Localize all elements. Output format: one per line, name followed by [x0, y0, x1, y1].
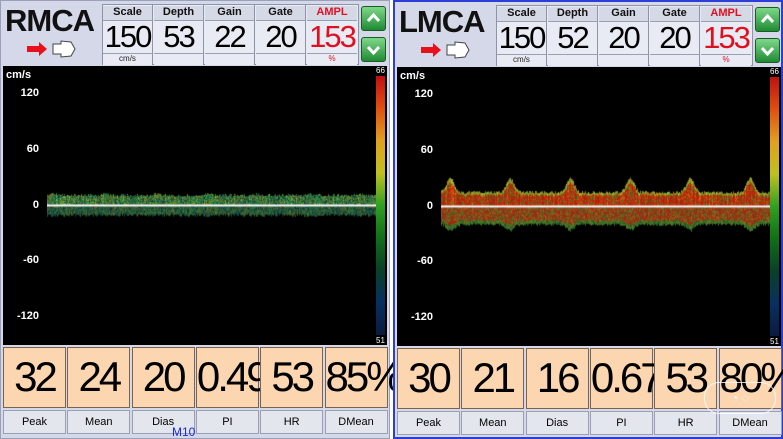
probe-icon [421, 41, 470, 59]
param-value: 153 [309, 19, 357, 54]
metric-value-pi: 0.49 [195, 347, 270, 408]
axis-tick-label: 0 [426, 199, 433, 212]
axis-tick-label: -60 [23, 254, 39, 267]
doppler-spectrum: cm/s 120 60 0 -60 -120 66 51 [3, 66, 387, 345]
metric-label-peak: Peak [397, 411, 460, 435]
axis-tick-label: -60 [417, 255, 433, 268]
param-scale[interactable]: Scale 150 cm/s [103, 5, 153, 65]
param-depth[interactable]: Depth 52 [548, 6, 598, 66]
param-scale[interactable]: Scale 150 cm/s [497, 6, 547, 66]
param-unit [599, 54, 648, 66]
param-value: 22 [214, 19, 246, 54]
chevron-down-icon [366, 45, 381, 56]
axis-unit: cm/s [400, 70, 426, 82]
param-gate[interactable]: Gate 20 [650, 6, 700, 66]
color-scale: 66 51 [768, 67, 781, 346]
color-scale-bottom: 51 [768, 337, 781, 346]
arrow-right-icon [421, 43, 441, 57]
metrics-values: 32 24 20 0.49 53 85% [3, 347, 404, 408]
metric-label-dmean: DMean [718, 411, 782, 435]
metric-label-pi: PI [195, 410, 259, 434]
param-value: 52 [557, 20, 589, 55]
param-gain[interactable]: Gain 20 [599, 6, 649, 66]
axis-tick-label: 60 [26, 142, 39, 155]
param-unit [650, 54, 699, 66]
param-gain[interactable]: Gain 22 [205, 5, 255, 65]
param-value: 20 [608, 20, 640, 55]
param-value: 20 [659, 20, 691, 55]
increase-button[interactable] [755, 7, 780, 32]
param-value: 20 [265, 19, 297, 54]
param-ampl[interactable]: AMPL 153 % [307, 5, 357, 65]
metric-label-hr: HR [654, 411, 718, 435]
param-unit: cm/s [497, 54, 546, 66]
param-depth[interactable]: Depth 53 [154, 5, 204, 65]
metric-label-dmean: DMean [324, 410, 388, 434]
parameter-panel: Scale 150 cm/s Depth 53 Gain 22 Gate 20 … [102, 4, 359, 65]
param-value: 150 [104, 19, 153, 54]
metric-value-peak: 30 [397, 348, 460, 409]
param-unit [548, 54, 597, 66]
axis-tick-label: 60 [420, 143, 433, 156]
watermark: ◔ ◌ [704, 382, 776, 414]
vessel-label: LMCA [399, 4, 486, 39]
metric-value-dias: 16 [525, 348, 589, 409]
chevron-down-icon [760, 46, 775, 57]
metric-label-mean: Mean [67, 410, 131, 434]
metric-label-mean: Mean [461, 411, 525, 435]
parameter-panel: Scale 150 cm/s Depth 52 Gain 20 Gate 20 … [496, 5, 753, 66]
metric-value-pi: 0.67 [589, 348, 664, 409]
color-scale-top: 66 [768, 67, 781, 76]
param-ampl[interactable]: AMPL 153 % [701, 6, 751, 66]
param-value: 153 [703, 20, 751, 55]
metric-label-hr: HR [260, 410, 324, 434]
metric-value-hr: 53 [260, 347, 324, 408]
decrease-button[interactable] [361, 37, 386, 62]
panel-left-mca: LMCA Scale 150 cm/s Depth 52 Gain 20 Gat… [393, 0, 783, 439]
axis-tick-label: -120 [410, 311, 433, 324]
param-value: 150 [498, 20, 547, 55]
doppler-spectrum: cm/s 120 60 0 -60 -120 66 51 [397, 67, 781, 346]
chevron-up-icon [366, 12, 381, 23]
metric-label-peak: Peak [3, 410, 66, 434]
metrics-labels: Peak Mean Dias PI HR DMean [3, 410, 388, 434]
param-unit [256, 53, 305, 65]
arrow-right-icon [27, 42, 47, 56]
param-gate[interactable]: Gate 20 [256, 5, 306, 65]
axis-tick-label: 0 [32, 198, 39, 211]
axis-tick-label: 120 [20, 86, 39, 99]
param-unit [154, 53, 203, 65]
decrease-button[interactable] [755, 38, 780, 63]
metric-label-dias: Dias [525, 411, 589, 435]
param-unit: cm/s [103, 53, 152, 65]
param-value: 53 [163, 19, 195, 54]
param-unit: % [701, 54, 751, 66]
increase-button[interactable] [361, 6, 386, 31]
footer-label: M10 [172, 425, 196, 439]
metric-value-peak: 32 [3, 347, 66, 408]
metric-value-mean: 24 [67, 347, 131, 408]
vessel-label: RMCA [5, 3, 95, 38]
color-scale-top: 66 [374, 66, 387, 75]
param-unit: % [307, 53, 357, 65]
probe-icon [27, 40, 76, 58]
chevron-up-icon [760, 13, 775, 24]
color-scale-bottom: 51 [374, 336, 387, 345]
spectrum-trace [441, 67, 771, 346]
axis-tick-label: -120 [16, 310, 39, 323]
param-unit [205, 53, 254, 65]
color-scale: 66 51 [374, 66, 387, 345]
spectrum-trace [47, 66, 377, 345]
metric-value-dias: 20 [131, 347, 195, 408]
panel-right-mca: RMCA Scale 150 cm/s Depth 53 Gain 22 Gat… [0, 0, 404, 439]
metric-label-pi: PI [589, 411, 653, 435]
axis-unit: cm/s [6, 69, 32, 81]
metrics-labels: Peak Mean Dias PI HR DMean [397, 411, 782, 435]
axis-tick-label: 120 [414, 87, 433, 100]
metric-value-dmean: 85% [324, 347, 404, 408]
metric-value-mean: 21 [461, 348, 525, 409]
